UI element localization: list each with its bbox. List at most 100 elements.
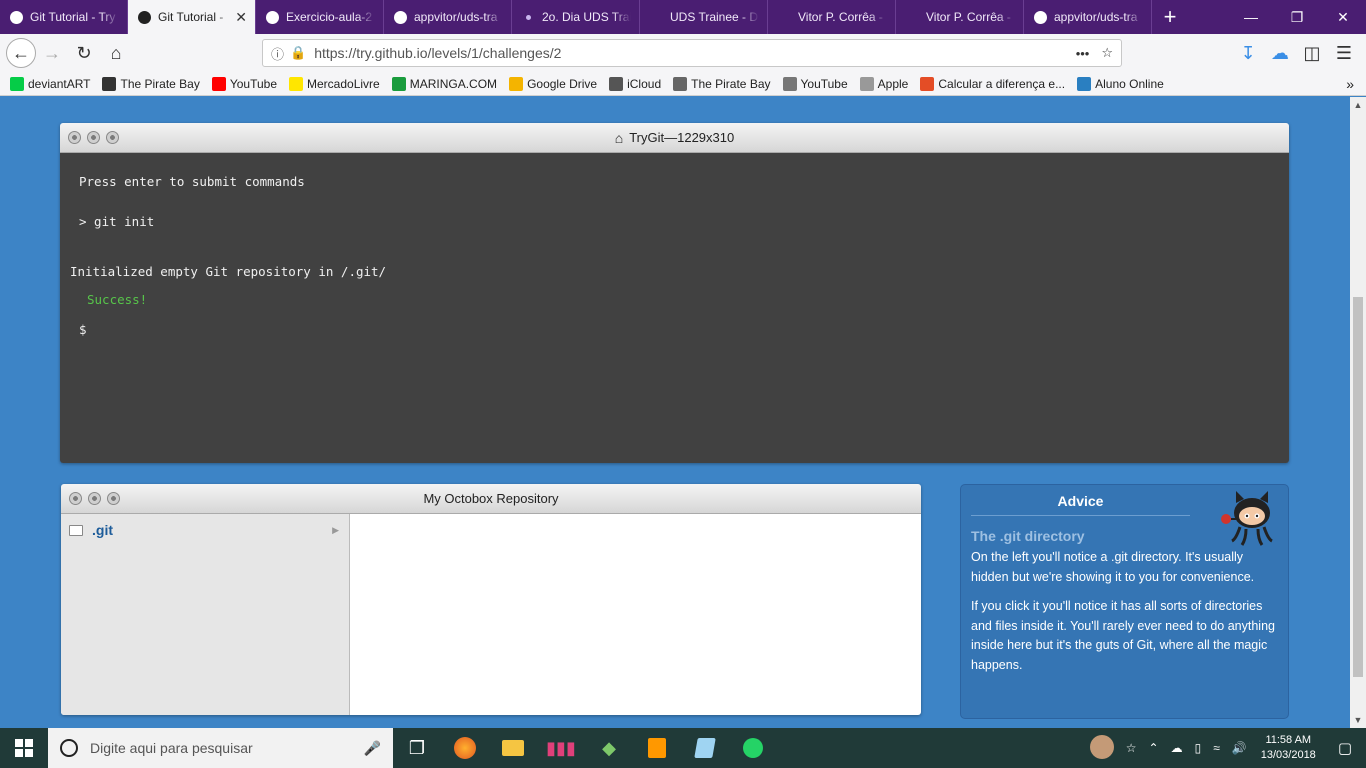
browser-tab[interactable]: Git Tutorial - Try: [0, 0, 128, 34]
browser-tab[interactable]: Git Tutorial - ✕: [128, 0, 256, 34]
file-preview-pane: [350, 514, 921, 715]
browser-tab[interactable]: 2o. Dia UDS Trai: [512, 0, 640, 34]
octobox-title: My Octobox Repository: [423, 491, 559, 506]
wifi-icon[interactable]: ≈: [1207, 741, 1226, 755]
bookmark-item[interactable]: Apple: [859, 76, 909, 91]
github-icon: [264, 9, 280, 25]
bookmark-item[interactable]: The Pirate Bay: [102, 76, 200, 91]
file-explorer-icon[interactable]: [489, 728, 537, 768]
sublime-text-icon[interactable]: [633, 728, 681, 768]
bookmark-item[interactable]: YouTube: [211, 76, 277, 91]
address-bar[interactable]: ⓘ 🔒 https://try.github.io/levels/1/chall…: [262, 39, 1122, 67]
clock-time: 11:58 AM: [1265, 734, 1312, 746]
bookmark-item[interactable]: Google Drive: [509, 76, 598, 91]
folder-item-git[interactable]: .git: [61, 514, 349, 546]
bookmark-label: Calcular a diferença e...: [938, 76, 1066, 91]
expand-arrow-icon[interactable]: ▶: [332, 525, 339, 536]
notifications-icon[interactable]: ▢: [1324, 739, 1366, 757]
url-text[interactable]: https://try.github.io/levels/1/challenge…: [314, 45, 1075, 61]
bookmark-label: Apple: [877, 76, 909, 91]
clock[interactable]: 11:58 AM 13/03/2018: [1253, 733, 1324, 763]
advice-paragraph-1: On the left you'll notice a .git directo…: [971, 550, 1255, 584]
browser-tab[interactable]: UDS Trainee - Dia 1: [640, 0, 768, 34]
tab-favicon-icon: [904, 9, 920, 25]
bookmark-label: The Pirate Bay: [120, 76, 200, 91]
octocat-icon: [1221, 491, 1273, 546]
scroll-down-arrow-icon[interactable]: ▼: [1350, 712, 1366, 728]
browser-tab[interactable]: Exercicio-aula-2: [256, 0, 384, 34]
browser-tab[interactable]: Vitor P. Corrêa - Cor: [896, 0, 1024, 34]
page-scrollbar[interactable]: ▲ ▼: [1350, 97, 1366, 728]
tab-title: appvitor/uds-tra: [414, 10, 498, 24]
git-app-icon[interactable]: ◆: [585, 728, 633, 768]
bookmarks-overflow-icon[interactable]: »: [1346, 76, 1354, 92]
sidebar-icon[interactable]: ◫: [1296, 37, 1328, 69]
bookmark-item[interactable]: Aluno Online: [1077, 76, 1164, 91]
bookmark-star-icon[interactable]: ☆: [1101, 45, 1113, 61]
minimize-button[interactable]: —: [1228, 0, 1274, 34]
notes-app-icon[interactable]: [681, 728, 729, 768]
tab-favicon-icon: [648, 9, 664, 25]
bookmark-item[interactable]: MARINGA.COM: [391, 76, 497, 91]
bookmark-item[interactable]: MercadoLivre: [289, 76, 380, 91]
task-view-icon[interactable]: ❐: [393, 728, 441, 768]
bookmark-favicon-icon: [102, 76, 117, 91]
taskbar-search[interactable]: Digite aqui para pesquisar 🎤: [48, 728, 393, 768]
back-button[interactable]: ←: [6, 38, 36, 68]
people-icon[interactable]: ☆: [1120, 741, 1143, 755]
toolbar-right: ↧ ☁ ◫ ☰: [1232, 37, 1360, 69]
forward-button[interactable]: →: [36, 37, 68, 69]
info-icon[interactable]: ⓘ: [271, 44, 284, 63]
user-avatar[interactable]: [1084, 734, 1120, 762]
tab-title: Vitor P. Corrêa - Sob: [798, 10, 887, 24]
bookmark-label: YouTube: [800, 76, 848, 91]
microphone-icon[interactable]: 🎤: [364, 740, 381, 757]
cortana-icon: [60, 739, 78, 757]
bookmark-item[interactable]: iCloud: [609, 76, 661, 91]
menu-icon[interactable]: ☰: [1328, 37, 1360, 69]
whatsapp-icon[interactable]: [729, 728, 777, 768]
terminal-title: TryGit—1229x310: [629, 130, 735, 145]
bookmark-item[interactable]: YouTube: [782, 76, 848, 91]
downloads-icon[interactable]: ↧: [1232, 37, 1264, 69]
minimize-dot: [87, 131, 100, 144]
close-tab-icon[interactable]: ✕: [235, 9, 247, 26]
new-tab-button[interactable]: +: [1152, 0, 1188, 34]
tab-title: appvitor/uds-tra: [1054, 10, 1138, 24]
equalizer-app-icon[interactable]: ▮▮▮: [537, 728, 585, 768]
firefox-icon[interactable]: [441, 728, 489, 768]
close-dot: [68, 131, 81, 144]
terminal-body[interactable]: Press enter to submit commands > git ini…: [60, 153, 1289, 463]
scroll-up-arrow-icon[interactable]: ▲: [1350, 97, 1366, 113]
tab-favicon-icon: [776, 9, 792, 25]
restore-button[interactable]: ❐: [1274, 0, 1320, 34]
onedrive-icon[interactable]: ☁: [1165, 741, 1189, 755]
terminal-prompt[interactable]: $: [79, 322, 87, 337]
bookmark-label: Google Drive: [527, 76, 598, 91]
home-button[interactable]: ⌂: [100, 37, 132, 69]
github-icon: [392, 9, 408, 25]
page-actions-icon[interactable]: •••: [1076, 46, 1090, 61]
bookmark-item[interactable]: Calcular a diferença e...: [920, 76, 1066, 91]
bookmark-item[interactable]: The Pirate Bay: [673, 76, 771, 91]
window-dots: [68, 131, 125, 144]
reload-button[interactable]: ↻: [68, 37, 100, 69]
octobox-body: .git ▶: [61, 514, 921, 715]
terminal-output: Initialized empty Git repository in /.gi…: [70, 264, 387, 279]
start-button[interactable]: [0, 728, 48, 768]
close-window-button[interactable]: ✕: [1320, 0, 1366, 34]
browser-tab[interactable]: appvitor/uds-tra: [1024, 0, 1152, 34]
bookmark-favicon-icon: [673, 76, 688, 91]
bookmark-item[interactable]: deviantART: [10, 76, 91, 91]
close-dot: [69, 492, 82, 505]
volume-icon[interactable]: 🔊: [1226, 741, 1253, 755]
bookmark-label: deviantART: [28, 76, 91, 91]
browser-tab[interactable]: Vitor P. Corrêa - Sob: [768, 0, 896, 34]
scroll-thumb[interactable]: [1353, 297, 1363, 677]
chevron-up-icon[interactable]: ⌃: [1143, 741, 1165, 755]
cloud-icon[interactable]: ☁: [1264, 37, 1296, 69]
browser-tab[interactable]: appvitor/uds-tra: [384, 0, 512, 34]
windows-taskbar: Digite aqui para pesquisar 🎤 ❐ ▮▮▮ ◆ ☆ ⌃…: [0, 728, 1366, 768]
file-tree: .git ▶: [61, 514, 350, 715]
battery-icon[interactable]: ▯: [1189, 741, 1208, 755]
